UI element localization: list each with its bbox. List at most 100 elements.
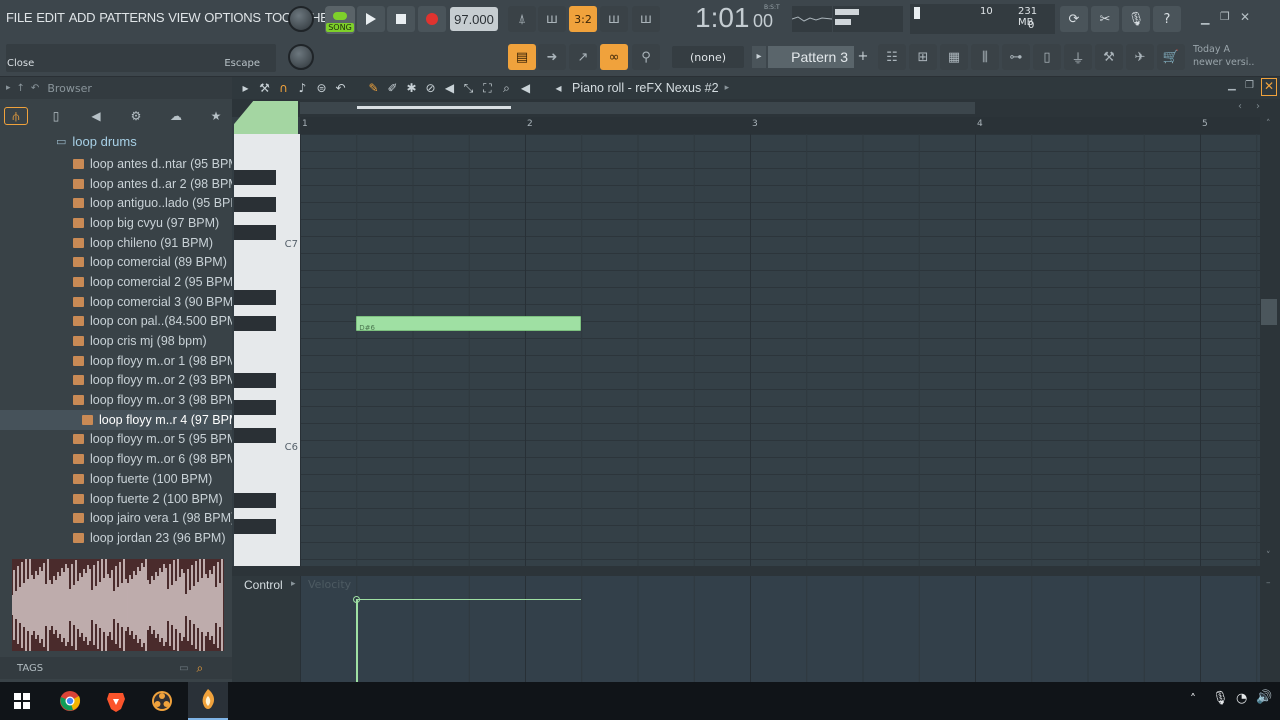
- black-key[interactable]: [234, 373, 276, 388]
- wifi-icon[interactable]: ◔: [1236, 691, 1247, 706]
- browser-favorites-filter[interactable]: ★: [204, 107, 228, 125]
- piano-roll-button[interactable]: ⊞: [909, 44, 937, 70]
- tags-folder-icon[interactable]: ▭: [179, 663, 188, 674]
- stamp-button[interactable]: ⚲: [632, 44, 660, 70]
- black-key[interactable]: [234, 197, 276, 212]
- pattern-prev-button[interactable]: ▸: [752, 46, 766, 68]
- black-key[interactable]: [234, 225, 276, 240]
- browser-file-item[interactable]: loop floyy m..or 2 (93 BPM): [0, 371, 232, 391]
- metronome-button[interactable]: ⍋: [508, 6, 536, 32]
- slide-button[interactable]: ↗: [569, 44, 597, 70]
- playback-tool-icon[interactable]: ◀: [516, 79, 535, 97]
- vertical-scrollbar-thumb[interactable]: [1261, 299, 1277, 325]
- pencil-icon[interactable]: ✎: [364, 79, 383, 97]
- search-icon[interactable]: ⌕: [197, 661, 204, 676]
- slice-tool-icon[interactable]: ◀: [440, 79, 459, 97]
- volume-icon[interactable]: 🔊: [1256, 690, 1272, 705]
- title-arrow-icon[interactable]: ▸: [725, 83, 730, 93]
- play-button[interactable]: [357, 6, 385, 32]
- microphone-button[interactable]: 🎙: [1122, 6, 1150, 32]
- zoom-select-icon[interactable]: ⛶: [478, 79, 497, 97]
- browser-file-item[interactable]: loop floyy m..or 6 (98 BPM): [0, 449, 232, 469]
- close-app-button[interactable]: ✕: [1240, 10, 1254, 24]
- menu-options[interactable]: OPTIONS: [204, 10, 261, 25]
- browser-file-item[interactable]: loop fuerte (100 BPM): [0, 469, 232, 489]
- browser-file-item[interactable]: loop floyy m..or 1 (98 BPM): [0, 351, 232, 371]
- target-arrows-icon[interactable]: ◂: [549, 79, 568, 97]
- fl-studio-taskbar-button[interactable]: [188, 682, 228, 720]
- project-tree-button[interactable]: ⊶: [1002, 44, 1030, 70]
- browser-all-filter[interactable]: ⫛: [4, 107, 28, 125]
- horizontal-scrollbar-thumb[interactable]: [357, 106, 511, 109]
- control-arrow-icon[interactable]: ▸: [291, 579, 296, 589]
- timeline-ruler[interactable]: 1 2 3 4 5: [300, 117, 1260, 134]
- note-block[interactable]: D#6: [356, 316, 582, 332]
- menu-add[interactable]: ADD: [69, 10, 96, 25]
- event-editor[interactable]: Velocity: [300, 576, 1260, 682]
- note-icon[interactable]: ♪: [293, 79, 312, 97]
- browser-files-filter[interactable]: ▯: [44, 107, 68, 125]
- help-button[interactable]: ?: [1153, 6, 1181, 32]
- browser-file-item[interactable]: loop jairo vera 1 (98 BPM): [0, 508, 232, 528]
- browser-file-item[interactable]: loop comercial 3 (90 BPM): [0, 292, 232, 312]
- master-volume-knob[interactable]: [288, 6, 314, 32]
- pr-maximize-button[interactable]: ❐: [1245, 80, 1254, 91]
- time-display[interactable]: 1:01: [695, 2, 750, 34]
- control-label[interactable]: Control: [244, 578, 283, 592]
- browser-file-item[interactable]: loop antes d..ntar (95 BPM): [0, 154, 232, 174]
- pattern-selector[interactable]: Pattern 3: [768, 46, 854, 68]
- browser-file-item[interactable]: loop big cvyu (97 BPM): [0, 213, 232, 233]
- browser-folder[interactable]: ▭ loop drums: [56, 134, 137, 149]
- browser-cloud-filter[interactable]: ☁: [164, 107, 188, 125]
- browser-file-item[interactable]: loop comercial (89 BPM): [0, 252, 232, 272]
- loop-record-button[interactable]: ш: [632, 6, 660, 32]
- browser-file-item[interactable]: loop antes d..ar 2 (98 BPM): [0, 174, 232, 194]
- browser-file-item[interactable]: loop cris mj (98 bpm): [0, 331, 232, 351]
- microphone-tray-icon[interactable]: 🎙: [1212, 691, 1229, 706]
- scroll-down-icon[interactable]: ˅: [1266, 551, 1271, 561]
- shop-button[interactable]: 🛒: [1157, 44, 1185, 70]
- browser-file-item[interactable]: loop jordan 23 (96 BPM): [0, 528, 232, 548]
- delete-tool-icon[interactable]: ✱: [402, 79, 421, 97]
- browser-plugins-filter[interactable]: ⚙: [124, 107, 148, 125]
- menu-edit[interactable]: EDIT: [36, 10, 65, 25]
- sample-preview[interactable]: [12, 559, 224, 651]
- pr-minimize-button[interactable]: ▁: [1228, 80, 1236, 91]
- piano-keyboard[interactable]: C7 C6: [234, 134, 300, 566]
- browser-file-item[interactable]: loop con pal..(84.500 BPM): [0, 312, 232, 332]
- stamp-tool-icon[interactable]: ⊜: [312, 79, 331, 97]
- tempo-display[interactable]: 97.000: [450, 7, 498, 31]
- mixer-button[interactable]: ⫼: [971, 44, 999, 70]
- scroll-up-icon[interactable]: ˄: [1266, 119, 1271, 129]
- minimize-app-button[interactable]: ▁: [1201, 12, 1215, 26]
- control-splitter[interactable]: [232, 566, 1280, 576]
- control-menu-icon[interactable]: –: [1266, 578, 1271, 588]
- menu-file[interactable]: FILE: [6, 10, 33, 25]
- browser-button[interactable]: ▯: [1033, 44, 1061, 70]
- wait-input-button[interactable]: ш: [538, 6, 566, 32]
- wrench-tool-icon[interactable]: ⚒: [255, 79, 274, 97]
- brave-taskbar-button[interactable]: [96, 682, 136, 720]
- magnet-icon[interactable]: ∩: [274, 79, 293, 97]
- master-pitch-knob[interactable]: [288, 44, 314, 70]
- record-button[interactable]: [418, 6, 446, 32]
- black-key[interactable]: [234, 428, 276, 443]
- playlist-button[interactable]: ☷: [878, 44, 906, 70]
- pr-close-button[interactable]: ✕: [1261, 78, 1277, 96]
- browser-audio-filter[interactable]: ◀: [84, 107, 108, 125]
- online-button[interactable]: ✈: [1126, 44, 1154, 70]
- song-mode-toggle[interactable]: SONG: [325, 6, 355, 34]
- countdown-button[interactable]: 3:2: [569, 6, 597, 32]
- note-grid[interactable]: D#6: [300, 134, 1260, 566]
- browser-back-icon[interactable]: ↶: [31, 83, 39, 94]
- step-edit-button[interactable]: ш: [600, 6, 628, 32]
- refresh-button[interactable]: ⟳: [1060, 6, 1088, 32]
- channel-rack-button[interactable]: ▦: [940, 44, 968, 70]
- paint-brush-icon[interactable]: ✐: [383, 79, 402, 97]
- tools-button[interactable]: ✂: [1091, 6, 1119, 32]
- undo-icon[interactable]: ↶: [331, 79, 350, 97]
- browser-file-item[interactable]: loop fuerte 2 (100 BPM): [0, 489, 232, 509]
- chrome-taskbar-button[interactable]: [50, 682, 90, 720]
- scroll-right-icon[interactable]: ›: [1256, 101, 1260, 112]
- browser-file-item[interactable]: loop floyy m..or 3 (98 BPM): [0, 390, 232, 410]
